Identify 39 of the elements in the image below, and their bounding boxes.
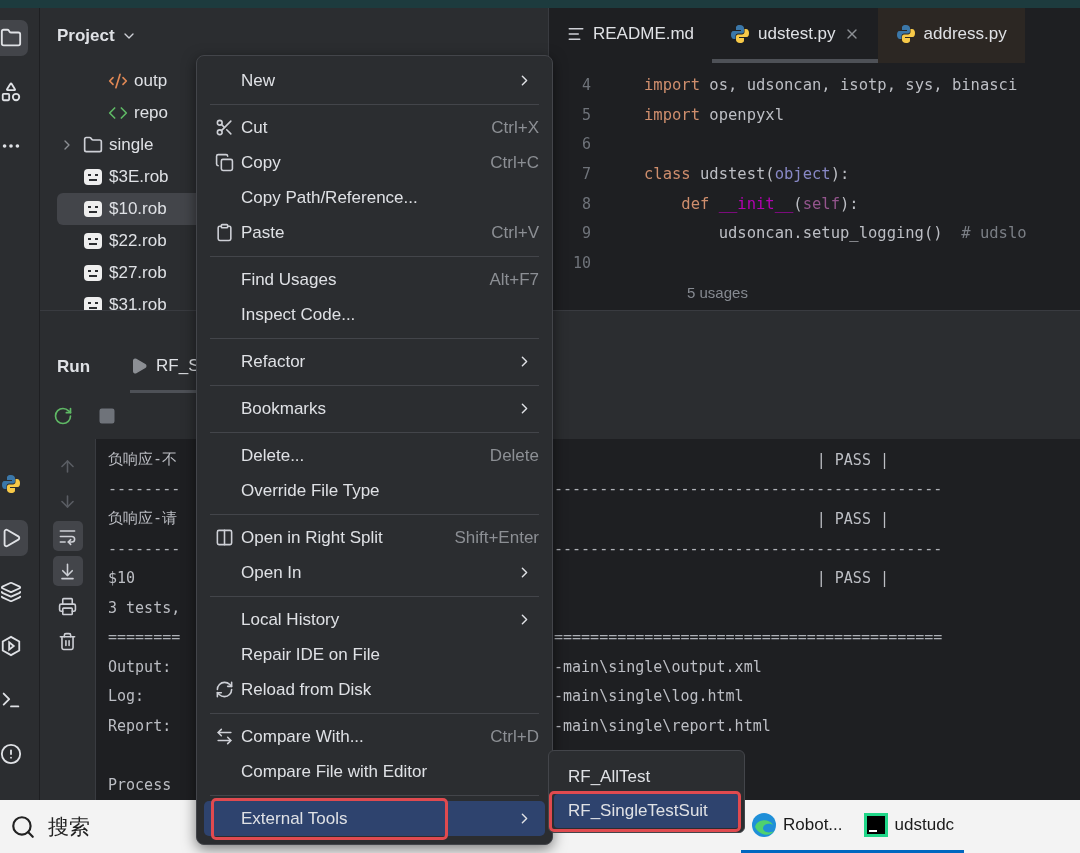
file-name: outp — [134, 71, 168, 91]
console-text: ------------------------------------------- — [554, 480, 943, 499]
console-text: 3 tests, — [108, 598, 181, 617]
console-text: -------- — [108, 539, 181, 558]
line-number: 4 — [580, 75, 591, 94]
console-text: Log: — [108, 687, 145, 706]
line-number: 5 — [580, 105, 591, 124]
console-text: | PASS | — [816, 450, 889, 469]
console-text: Output: — [108, 657, 172, 676]
console-text: Report: — [108, 717, 172, 735]
console-text: ======== — [108, 628, 181, 647]
console-text: -------- — [108, 480, 181, 499]
file-name: $22.rob — [109, 231, 167, 251]
console-text: | PASS | — [816, 569, 889, 588]
line-number: 8 — [580, 194, 591, 213]
console-text: $10 — [108, 569, 136, 588]
console-text: -main\single\report.html — [554, 717, 771, 735]
line-number: 10 — [571, 253, 591, 272]
file-name: single — [109, 135, 154, 155]
console-text: | PASS | — [816, 509, 889, 528]
code-line: udsoncan.setup_logging() # udslo — [717, 224, 1027, 243]
console-text: 负响应-不 — [108, 450, 178, 469]
file-name: $27.rob — [109, 263, 167, 283]
file-name: $3E.rob — [109, 167, 169, 187]
console-text: -main\single\output.xml — [554, 657, 762, 676]
line-number: 9 — [580, 224, 591, 243]
console-text: -main\single\log.html — [554, 687, 744, 706]
console-text: 负响应-请 — [108, 509, 178, 528]
code-line: import openpyxl — [644, 105, 784, 124]
line-number: 7 — [580, 164, 591, 183]
console-text: Process — [108, 776, 172, 795]
code-line: class udstest(object): — [644, 164, 850, 183]
code-line: def __init__(self): — [680, 194, 859, 213]
console-text: ------------------------------------------- — [554, 539, 943, 558]
file-name: $10.rob — [109, 199, 167, 219]
console-text: =========================================== — [554, 628, 943, 647]
line-number: 6 — [580, 135, 591, 154]
code-line: import os, udsoncan, isotp, sys, binasci — [644, 75, 1018, 94]
file-name: repo — [134, 103, 169, 123]
